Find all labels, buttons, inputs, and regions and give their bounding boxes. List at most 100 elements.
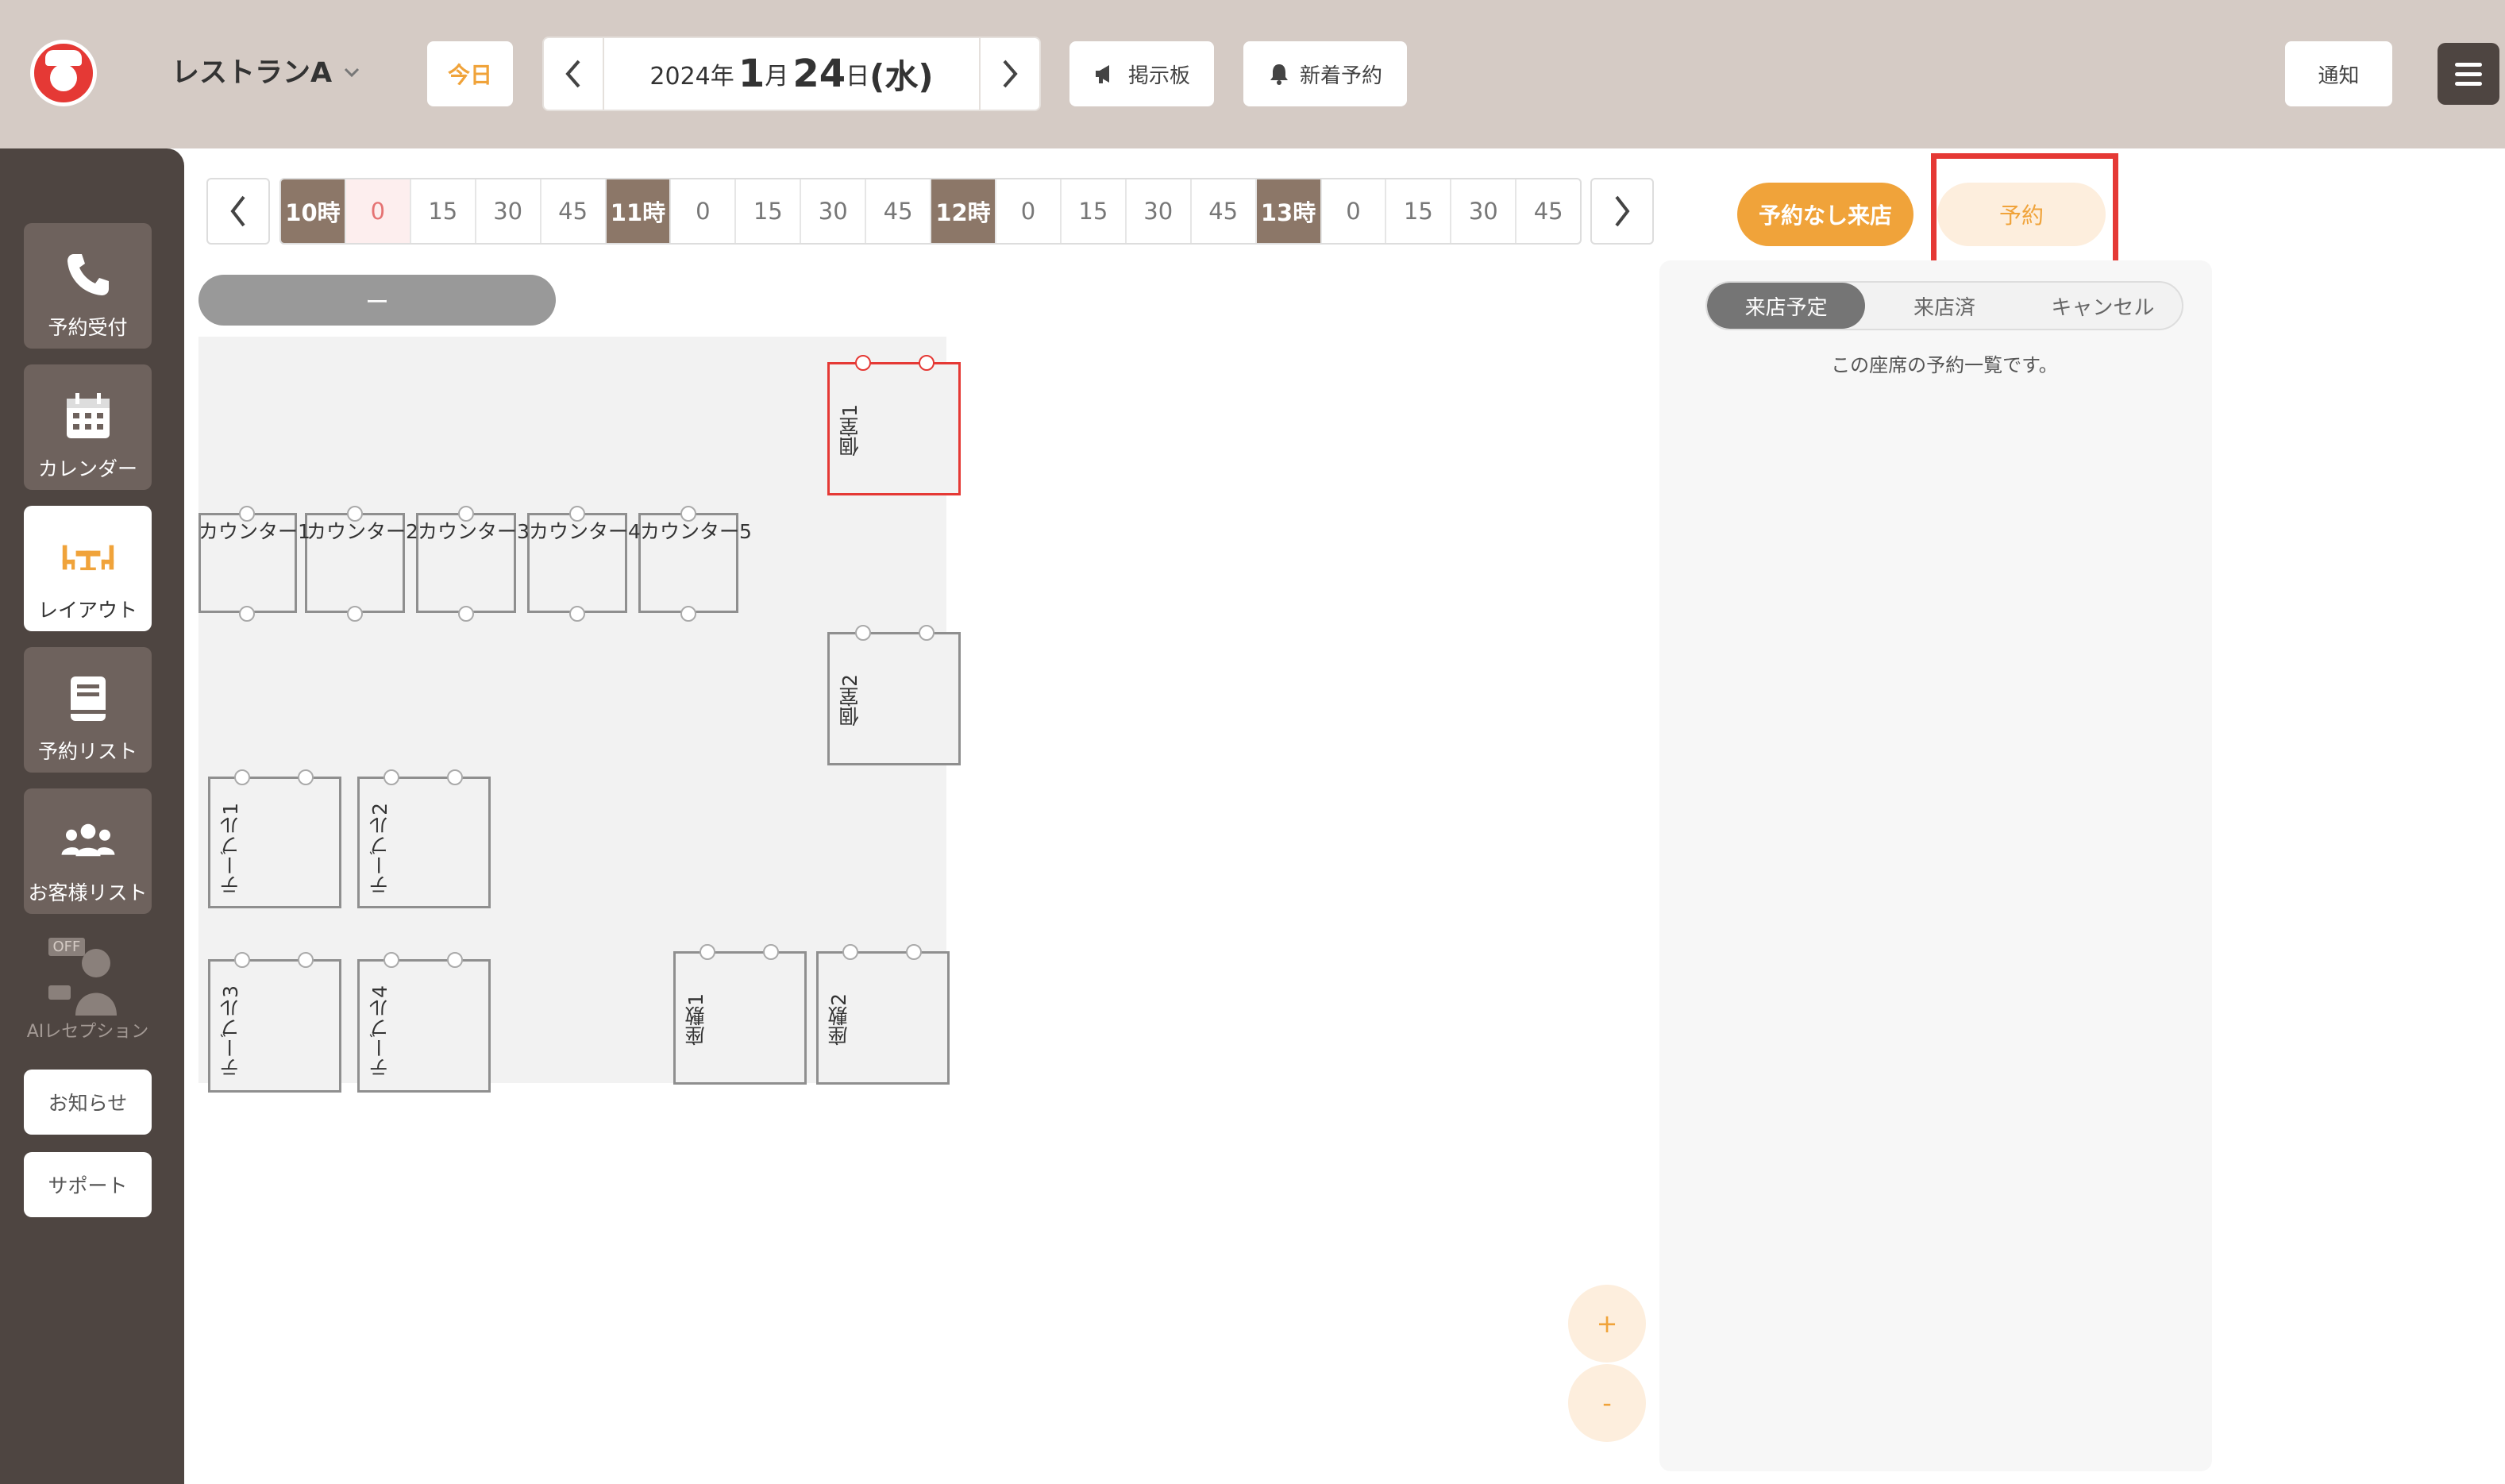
new-reservations-button[interactable]: 新着予約	[1243, 41, 1407, 106]
timeline-prev-button[interactable]	[206, 178, 270, 245]
calendar-icon	[60, 388, 116, 444]
counter-1-label: カウンター1	[198, 520, 310, 543]
chevron-down-icon[interactable]	[341, 62, 362, 83]
book-icon	[60, 671, 116, 727]
sidebar-item-reservation-list[interactable]: 予約リスト	[24, 647, 152, 773]
sidebar-item-customer-list[interactable]: お客様リスト	[24, 788, 152, 914]
sidebar-item-reservation-intake[interactable]: 予約受付	[24, 223, 152, 349]
walk-in-button[interactable]: 予約なし来店	[1737, 183, 1913, 246]
counter-4-label: カウンター4	[529, 520, 641, 543]
time-slot[interactable]: 15	[736, 179, 802, 243]
chevron-left-icon	[565, 60, 580, 88]
sidebar-item-ai-reception[interactable]: OFF AIレセプション	[24, 931, 152, 1043]
restaurant-logo[interactable]	[30, 40, 97, 106]
seat-zashiki-1[interactable]: 座敷1	[673, 944, 807, 1085]
sidebar-item-calendar[interactable]: カレンダー	[24, 364, 152, 490]
date-day-unit: 日	[846, 63, 870, 91]
sidebar-item-layout[interactable]: レイアウト	[24, 506, 152, 631]
time-slot[interactable]: 30	[1451, 179, 1517, 243]
bulletin-board-label: 掲示板	[1127, 64, 1190, 88]
next-day-button[interactable]	[979, 38, 1039, 110]
time-slot[interactable]: 15	[411, 179, 476, 243]
seat-label: 個室2	[838, 674, 861, 727]
seat-table-1[interactable]: テーブル1	[208, 769, 341, 908]
time-slot[interactable]: 45	[866, 179, 932, 243]
panel-message: この座席の予約一覧です。	[1831, 354, 2058, 376]
time-slot-hour[interactable]: 10時	[281, 179, 346, 243]
seat-label: 座敷1	[684, 993, 707, 1046]
seat-table-3[interactable]: テーブル3	[208, 952, 341, 1093]
layout-icon	[60, 530, 116, 585]
date-month: 1	[738, 52, 765, 96]
time-slot[interactable]: 0	[671, 179, 737, 243]
zoom-in-button[interactable]: +	[1568, 1285, 1646, 1363]
ai-off-badge: OFF	[48, 938, 86, 956]
time-slot-hour[interactable]: 11時	[606, 179, 672, 243]
sidebar-item-label: お客様リスト	[28, 881, 148, 904]
chevron-right-icon	[1615, 195, 1630, 227]
hamburger-menu-icon[interactable]	[2438, 43, 2499, 105]
seat-table-2[interactable]: テーブル2	[357, 769, 491, 908]
seat-label: テーブル3	[219, 985, 242, 1077]
time-slot[interactable]: 30	[801, 179, 867, 243]
time-slot[interactable]: 15	[1386, 179, 1452, 243]
time-slot-hour[interactable]: 13時	[1256, 179, 1322, 243]
seat-label: テーブル4	[368, 985, 391, 1077]
sidebar-item-label: 予約受付	[48, 316, 128, 339]
date-navigator: 2024年 1 月 24 日 (水)	[542, 37, 1041, 111]
tab-cancelled[interactable]: キャンセル	[2024, 283, 2182, 329]
time-slot[interactable]: 0	[996, 179, 1062, 243]
counter-3-label: カウンター3	[418, 520, 530, 543]
timeline-next-button[interactable]	[1590, 178, 1654, 245]
counter-5-label: カウンター5	[640, 520, 752, 543]
time-slot-bar: 10時 0 15 30 45 11時 0 15 30 45 12時 0 15 30 45 13時 0 15 30 45	[279, 178, 1582, 245]
seat-label: 座敷2	[827, 993, 850, 1046]
megaphone-icon	[1095, 65, 1109, 83]
bulletin-board-button[interactable]: 掲示板	[1069, 41, 1214, 106]
tab-visited[interactable]: 来店済	[1865, 283, 2023, 329]
sidebar-item-label: レイアウト	[37, 599, 137, 622]
seat-zashiki-2[interactable]: 座敷2	[816, 944, 950, 1085]
time-range-slider[interactable]: ー	[198, 275, 556, 326]
reservation-status-tabs: 来店予定 来店済 キャンセル	[1705, 281, 2183, 330]
tab-scheduled[interactable]: 来店予定	[1707, 283, 1866, 329]
zoom-out-button[interactable]: -	[1568, 1364, 1646, 1442]
support-button[interactable]: サポート	[24, 1152, 152, 1217]
reservation-panel	[1659, 260, 2212, 1471]
sidebar-item-label: カレンダー	[37, 457, 137, 480]
sidebar-item-label: AIレセプション	[26, 1022, 149, 1042]
date-month-unit: 月	[765, 63, 789, 91]
seat-label: 個室1	[838, 404, 861, 457]
chevron-right-icon	[1003, 60, 1018, 88]
time-slot[interactable]: 30	[1127, 179, 1192, 243]
seat-table-4[interactable]: テーブル4	[357, 952, 491, 1093]
time-slot[interactable]: 45	[1192, 179, 1257, 243]
time-slot[interactable]: 0	[1322, 179, 1387, 243]
counter-2-label: カウンター2	[306, 520, 418, 543]
news-button[interactable]: お知らせ	[24, 1070, 152, 1135]
phone-icon	[60, 247, 116, 303]
bell-icon	[1270, 64, 1288, 85]
restaurant-selector-label[interactable]: レストランA	[171, 49, 332, 97]
time-slot[interactable]: 30	[476, 179, 541, 243]
seat-private-room-1[interactable]: 個室1	[827, 355, 961, 495]
sidebar: 予約受付 カレンダー レイアウト 予約リスト お客様リスト OFF AIレセプシ…	[0, 148, 184, 1484]
new-reservations-label: 新着予約	[1299, 64, 1382, 88]
notification-button[interactable]: 通知	[2285, 41, 2392, 106]
chevron-left-icon	[230, 195, 245, 227]
previous-day-button[interactable]	[544, 38, 604, 110]
date-day: 24	[792, 52, 846, 96]
time-slot-hour[interactable]: 12時	[931, 179, 996, 243]
ai-reception-icon: OFF	[40, 938, 136, 1017]
time-slot[interactable]: 15	[1062, 179, 1127, 243]
sidebar-item-label: 予約リスト	[37, 740, 137, 763]
today-button[interactable]: 今日	[427, 41, 513, 106]
seat-label: テーブル2	[368, 803, 391, 895]
time-slot[interactable]: 45	[541, 179, 607, 243]
seat-private-room-2[interactable]: 個室2	[827, 625, 961, 765]
date-weekday: (水)	[869, 56, 934, 96]
time-slot[interactable]: 0	[345, 179, 411, 243]
date-year: 2024年	[649, 63, 734, 91]
time-slot[interactable]: 45	[1516, 179, 1580, 243]
current-date[interactable]: 2024年 1 月 24 日 (水)	[604, 38, 979, 110]
